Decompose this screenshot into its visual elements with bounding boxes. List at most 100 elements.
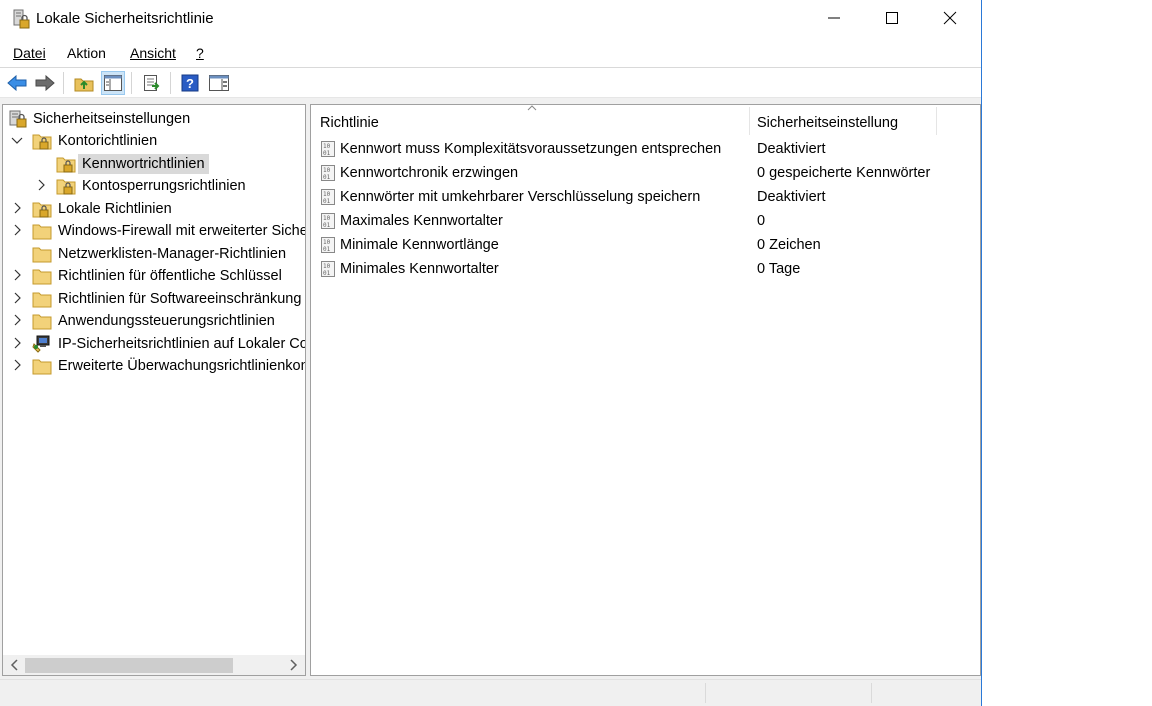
toolbar-separator [63, 72, 64, 94]
toolbar-separator [131, 72, 132, 94]
tree-item-label: Netzwerklisten-Manager-Richtlinien [58, 246, 287, 262]
app-window: Lokale Sicherheitsrichtlinie Datei Aktio… [0, 0, 982, 706]
folder-icon [32, 359, 52, 375]
tree-item-public-key-policies[interactable]: Richtlinien für öffentliche Schlüssel [3, 265, 305, 287]
tree-item-software-restriction[interactable]: Richtlinien für Softwareeinschränkung [3, 288, 305, 310]
policy-setting-icon: 1001 [321, 165, 335, 181]
back-arrow-icon [7, 75, 27, 91]
tree-item-kontosperrungsrichtlinien[interactable]: Kontosperrungsrichtlinien [3, 175, 305, 197]
policy-value: 0 Zeichen [757, 237, 821, 253]
svg-text:10: 10 [323, 263, 331, 270]
policy-row[interactable]: 10 01 Kennwortchronik erzwingen 0 gespeic… [311, 161, 980, 185]
tree-item-application-control[interactable]: Anwendungssteuerungsrichtlinien [3, 310, 305, 332]
policy-name: Kennwortchronik erzwingen [340, 165, 519, 181]
policy-value: 0 Tage [757, 261, 801, 277]
folder-icon [32, 247, 52, 263]
tree-item-label: Kontorichtlinien [58, 133, 158, 149]
show-hide-tree-button[interactable] [101, 71, 125, 95]
export-list-button[interactable] [140, 71, 164, 95]
tree-item-security-settings[interactable]: Sicherheitseinstellungen [3, 108, 305, 130]
tree-item-windows-firewall[interactable]: Windows-Firewall mit erweiterter Sicherh… [3, 220, 305, 242]
policy-row[interactable]: 10 01 Kennwort muss Komplexitätsvorausset… [311, 137, 980, 161]
security-settings-icon [9, 110, 27, 128]
export-list-icon [144, 75, 160, 91]
svg-text:10: 10 [323, 143, 331, 150]
ip-security-computer-icon [32, 335, 50, 353]
policy-value: 0 [757, 213, 766, 229]
tree-item-kennwortrichtlinien[interactable]: Kennwortrichtlinien [3, 153, 305, 175]
minimize-button[interactable] [805, 0, 863, 36]
policy-name: Minimale Kennwortlänge [340, 237, 499, 253]
tree-item-lokale-richtlinien[interactable]: Lokale Richtlinien [3, 198, 305, 220]
chevron-right-icon[interactable] [11, 314, 23, 326]
tree-item-netzwerklisten[interactable]: Netzwerklisten-Manager-Richtlinien [3, 243, 305, 265]
policy-setting-icon: 1001 [321, 213, 335, 229]
scroll-left-arrow-icon[interactable] [9, 659, 19, 671]
chevron-right-icon[interactable] [11, 337, 23, 349]
chevron-right-icon[interactable] [11, 202, 23, 214]
svg-text:10: 10 [323, 239, 331, 246]
tree-item-advanced-audit[interactable]: Erweiterte Überwachungsrichtlinienkonfig… [3, 355, 305, 377]
close-button[interactable] [921, 0, 979, 36]
folder-icon [32, 269, 52, 285]
tree-item-label: Kontosperrungsrichtlinien [82, 178, 246, 194]
properties-icon [209, 75, 229, 91]
chevron-right-icon[interactable] [35, 179, 47, 191]
forward-button[interactable] [33, 71, 57, 95]
svg-text:01: 01 [323, 174, 331, 181]
chevron-right-icon[interactable] [11, 269, 23, 281]
folder-icon [32, 314, 52, 330]
tree-item-ip-security[interactable]: IP-Sicherheitsrichtlinien auf Lokaler Co… [3, 333, 305, 355]
locked-folder-icon [32, 134, 52, 150]
scroll-right-arrow-icon[interactable] [289, 659, 299, 671]
back-button[interactable] [5, 71, 29, 95]
properties-button[interactable] [207, 71, 231, 95]
menu-aktion[interactable]: Aktion [67, 45, 106, 61]
policy-row[interactable]: 10 01 Minimales Kennwortalter 0 Tage [311, 257, 980, 281]
locked-folder-icon [56, 157, 76, 173]
tree-item-label: Richtlinien für Softwareeinschränkung [58, 291, 302, 307]
status-bar-divider [871, 683, 872, 703]
toolbar: ? [0, 68, 981, 98]
up-one-level-button[interactable] [72, 71, 96, 95]
status-bar [0, 679, 981, 706]
policy-list-pane[interactable]: Richtlinie Sicherheitseinstellung 10 01 K… [310, 104, 981, 676]
tree-horizontal-scrollbar[interactable] [3, 655, 305, 675]
maximize-icon [886, 12, 898, 24]
policy-name: Maximales Kennwortalter [340, 213, 503, 229]
maximize-button[interactable] [863, 0, 921, 36]
tree-item-kontorichtlinien[interactable]: Kontorichtlinien [3, 130, 305, 152]
menu-ansicht[interactable]: Ansicht [130, 45, 176, 61]
chevron-down-icon[interactable] [11, 134, 23, 146]
policy-name: Kennwort muss Komplexitätsvoraussetzunge… [340, 141, 722, 157]
status-bar-divider [705, 683, 706, 703]
tree-item-label: Erweiterte Überwachungsrichtlinienkonfig… [58, 358, 305, 374]
column-header-policy[interactable]: Richtlinie [311, 105, 749, 137]
chevron-right-icon[interactable] [11, 359, 23, 371]
policy-row[interactable]: 10 01 Kennwörter mit umkehrbarer Verschlü… [311, 185, 980, 209]
folder-icon [32, 224, 52, 240]
chevron-right-icon[interactable] [11, 224, 23, 236]
policy-name: Kennwörter mit umkehrbarer Verschlüsselu… [340, 189, 701, 205]
menu-help[interactable]: ? [196, 45, 204, 61]
show-hide-tree-icon [104, 75, 122, 91]
policy-row[interactable]: 10 01 Minimale Kennwortlänge 0 Zeichen [311, 233, 980, 257]
window-title: Lokale Sicherheitsrichtlinie [36, 10, 214, 27]
column-divider[interactable] [936, 107, 937, 135]
forward-arrow-icon [35, 75, 55, 91]
help-button[interactable]: ? [178, 71, 202, 95]
svg-text:10: 10 [323, 191, 331, 198]
policy-setting-icon: 1001 [321, 141, 335, 157]
chevron-right-icon[interactable] [11, 292, 23, 304]
policy-setting-icon: 1001 [321, 261, 335, 277]
menu-datei[interactable]: Datei [13, 45, 46, 61]
policy-value: Deaktiviert [757, 141, 826, 157]
tree-item-label: Windows-Firewall mit erweiterter Sicherh… [58, 223, 306, 239]
menu-bar: Datei Aktion Ansicht ? [0, 38, 981, 68]
scrollbar-thumb[interactable] [25, 658, 233, 673]
help-icon: ? [181, 74, 199, 92]
policy-row[interactable]: 10 01 Maximales Kennwortalter 0 [311, 209, 980, 233]
column-header-security-setting[interactable]: Sicherheitseinstellung [748, 105, 936, 137]
tree-pane[interactable]: Sicherheitseinstellungen Kontorichtlinie… [2, 104, 306, 676]
up-folder-icon [74, 78, 94, 92]
